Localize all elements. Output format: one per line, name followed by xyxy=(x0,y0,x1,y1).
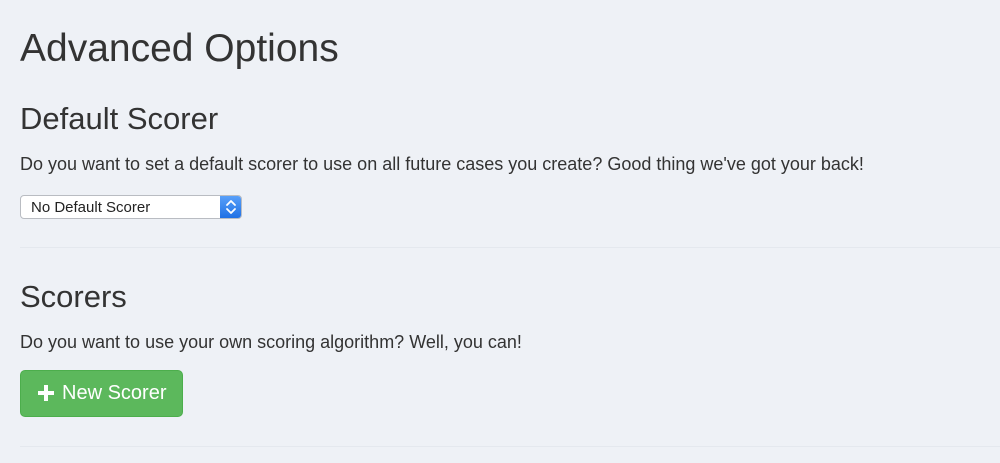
plus-icon xyxy=(38,373,54,418)
updown-chevron-icon xyxy=(220,196,241,218)
default-scorer-selected-value: No Default Scorer xyxy=(31,199,151,216)
page-title: Advanced Options xyxy=(20,27,339,70)
scorers-heading: Scorers xyxy=(20,279,127,314)
new-scorer-button[interactable]: New Scorer xyxy=(20,370,183,417)
default-scorer-description: Do you want to set a default scorer to u… xyxy=(20,154,864,174)
scorers-description: Do you want to use your own scoring algo… xyxy=(20,332,522,352)
section-divider xyxy=(20,247,1000,248)
default-scorer-select[interactable]: No Default Scorer xyxy=(20,195,242,219)
bottom-divider xyxy=(20,446,1000,447)
new-scorer-label: New Scorer xyxy=(62,382,167,404)
advanced-options-page: Advanced Options Default Scorer Do you w… xyxy=(0,0,1000,463)
default-scorer-heading: Default Scorer xyxy=(20,101,219,136)
